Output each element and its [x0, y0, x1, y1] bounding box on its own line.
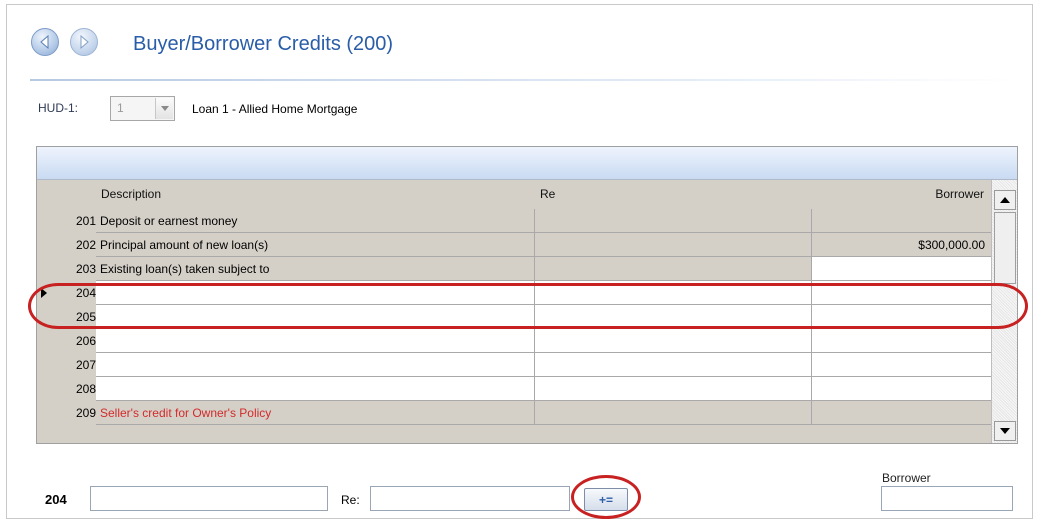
cell-description[interactable] — [96, 281, 535, 305]
table-row[interactable]: 203 Existing loan(s) taken subject to — [37, 257, 992, 281]
table-row-selected[interactable]: 204 — [37, 281, 992, 305]
dropdown-button[interactable] — [155, 98, 173, 119]
chevron-down-icon — [1000, 428, 1010, 434]
add-equals-button[interactable]: += — [584, 488, 628, 511]
column-header-borrower[interactable]: Borrower — [935, 187, 984, 201]
column-header-description[interactable]: Description — [101, 187, 161, 201]
chevron-down-icon — [160, 106, 169, 111]
cell-description[interactable]: Existing loan(s) taken subject to — [96, 257, 535, 281]
table-row[interactable]: 207 — [37, 353, 992, 377]
cell-re[interactable] — [535, 209, 812, 233]
hud-label: HUD-1: — [38, 101, 79, 115]
cell-borrower[interactable] — [812, 209, 992, 233]
cell-re[interactable] — [535, 353, 812, 377]
cell-description[interactable] — [96, 305, 535, 329]
borrower-label: Borrower — [882, 471, 931, 485]
vertical-scrollbar[interactable] — [991, 180, 1017, 443]
row-number: 206 — [75, 334, 96, 348]
cell-description[interactable] — [96, 329, 535, 353]
cell-borrower[interactable] — [812, 329, 992, 353]
chevron-up-icon — [1000, 197, 1010, 203]
re-label: Re: — [341, 493, 360, 507]
table-row[interactable]: 206 — [37, 329, 992, 353]
table-row[interactable]: 205 — [37, 305, 992, 329]
cell-re[interactable] — [535, 233, 812, 257]
loan-label: Loan 1 - Allied Home Mortgage — [192, 102, 358, 116]
row-number: 201 — [75, 214, 96, 228]
hud-select[interactable]: 1 — [110, 96, 175, 121]
column-header-re[interactable]: Re — [540, 187, 555, 201]
cell-borrower[interactable] — [812, 305, 992, 329]
grid-header-band — [37, 147, 1017, 180]
cell-description[interactable] — [96, 377, 535, 401]
scroll-down-button[interactable] — [994, 421, 1016, 441]
cell-description[interactable]: Seller's credit for Owner's Policy — [96, 401, 535, 425]
cell-borrower[interactable] — [812, 401, 992, 425]
row-number: 205 — [75, 310, 96, 324]
cell-re[interactable] — [535, 401, 812, 425]
scroll-thumb[interactable] — [994, 212, 1016, 284]
table-row[interactable]: 201 Deposit or earnest money — [37, 209, 992, 233]
table-row[interactable]: 209 Seller's credit for Owner's Policy — [37, 401, 992, 425]
row-number: 202 — [75, 238, 96, 252]
cell-re[interactable] — [535, 305, 812, 329]
cell-re[interactable] — [535, 329, 812, 353]
borrower-input[interactable] — [881, 486, 1013, 511]
cell-borrower[interactable] — [812, 257, 992, 281]
cell-borrower[interactable] — [812, 281, 992, 305]
re-input[interactable] — [370, 486, 570, 511]
cell-re[interactable] — [535, 257, 812, 281]
cell-description[interactable]: Deposit or earnest money — [96, 209, 535, 233]
cell-borrower[interactable] — [812, 353, 992, 377]
cell-borrower[interactable] — [812, 377, 992, 401]
row-number: 203 — [75, 262, 96, 276]
page-title: Buyer/Borrower Credits (200) — [133, 33, 394, 55]
row-number: 209 — [75, 406, 96, 420]
cell-re[interactable] — [535, 281, 812, 305]
back-button[interactable] — [31, 28, 59, 56]
row-number: 208 — [75, 382, 96, 396]
cell-borrower[interactable]: $300,000.00 — [812, 233, 992, 257]
cell-description[interactable]: Principal amount of new loan(s) — [96, 233, 535, 257]
header-divider — [30, 79, 1020, 81]
hud-selected-value: 1 — [117, 101, 124, 115]
scroll-up-button[interactable] — [994, 190, 1016, 210]
table-row[interactable]: 208 — [37, 377, 992, 401]
back-arrow-icon — [40, 35, 49, 49]
cell-re[interactable] — [535, 377, 812, 401]
line-number-label: 204 — [45, 492, 67, 507]
forward-button[interactable] — [70, 28, 98, 56]
credits-grid[interactable]: Description Re Borrower 201 Deposit or e… — [36, 146, 1018, 444]
forward-arrow-icon — [80, 35, 89, 49]
row-number: 204 — [75, 286, 96, 300]
table-row[interactable]: 202 Principal amount of new loan(s) $300… — [37, 233, 992, 257]
cell-description[interactable] — [96, 353, 535, 377]
description-input[interactable] — [90, 486, 328, 511]
row-number: 207 — [75, 358, 96, 372]
